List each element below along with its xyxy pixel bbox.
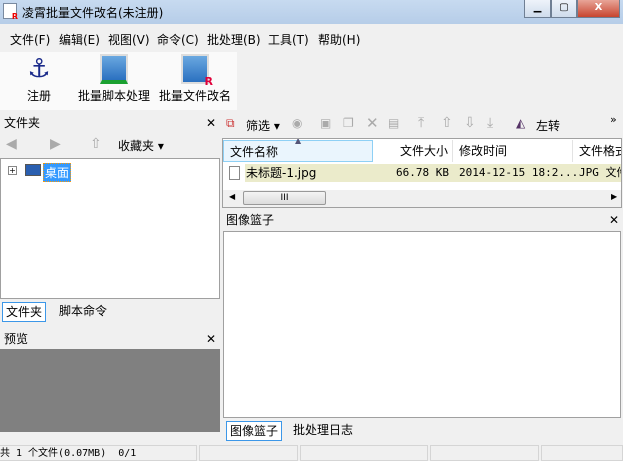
menu-edit[interactable]: 编辑(E) bbox=[59, 31, 100, 48]
back-icon[interactable]: ◀ bbox=[6, 136, 17, 152]
window-title: 凌霄批量文件改名(未注册) bbox=[22, 6, 164, 20]
main-toolbar: ⚓ 注册 批量脚本处理 R 批量文件改名 bbox=[0, 52, 237, 110]
status-pane bbox=[199, 445, 298, 461]
trash-icon[interactable]: ▤ bbox=[388, 116, 399, 130]
menu-command[interactable]: 命令(C) bbox=[157, 31, 199, 48]
move-top-icon[interactable]: ⤒ bbox=[418, 115, 424, 131]
rename-image-icon: R bbox=[181, 54, 213, 88]
tree-item-desktop[interactable]: 桌面 bbox=[43, 163, 72, 182]
menu-file[interactable]: 文件(F) bbox=[10, 31, 50, 48]
minimize-button[interactable]: ▁ bbox=[524, 0, 551, 18]
up-folder-icon[interactable]: ⇧ bbox=[90, 136, 102, 152]
delete-icon[interactable]: ✕ bbox=[366, 114, 379, 132]
folder-panel-title: 文件夹 bbox=[4, 116, 41, 130]
preview-area bbox=[0, 349, 220, 432]
menu-bar: 文件(F) 编辑(E) 视图(V) 命令(C) 批处理(B) 工具(T) 帮助(… bbox=[0, 28, 623, 50]
preview-panel-header: 预览 ✕ bbox=[0, 330, 220, 348]
move-up-icon[interactable]: ⇧ bbox=[441, 115, 453, 131]
column-format[interactable]: 文件格式 bbox=[573, 140, 621, 162]
app-icon: R bbox=[3, 3, 18, 21]
folder-toolbar: ◀ ▶ ⇧ 收藏夹 ▾ bbox=[2, 134, 218, 156]
rotate-left-button[interactable]: 左转 bbox=[536, 117, 560, 134]
basket-panel-header: 图像篮子 ✕ bbox=[222, 211, 623, 229]
desktop-icon bbox=[25, 164, 41, 176]
close-icon[interactable]: ✕ bbox=[206, 330, 216, 348]
eye-icon[interactable]: ◉ bbox=[292, 116, 302, 130]
scroll-right-icon[interactable]: ▶ bbox=[611, 192, 617, 201]
scroll-thumb[interactable]: III bbox=[243, 191, 326, 205]
table-row[interactable]: 未标题-1.jpg 66.78 KB 2014-12-15 18:2... JP… bbox=[223, 164, 621, 182]
close-button[interactable]: X bbox=[577, 0, 620, 18]
basket-area bbox=[223, 231, 621, 418]
file-list: 文件名称 ▲ 文件大小 修改时间 文件格式 未标题-1.jpg 66.78 KB… bbox=[222, 138, 622, 208]
tab-script-commands[interactable]: 脚本命令 bbox=[56, 302, 110, 322]
cell-modified: 2014-12-15 18:2... bbox=[459, 166, 579, 179]
status-pane bbox=[541, 445, 623, 461]
cell-name: 未标题-1.jpg bbox=[246, 166, 317, 180]
image-file-icon bbox=[229, 166, 240, 180]
forward-icon[interactable]: ▶ bbox=[50, 136, 61, 152]
filter-button[interactable]: 筛选 ▾ bbox=[246, 117, 280, 134]
copy-icon[interactable]: ▣ bbox=[320, 116, 331, 130]
register-button[interactable]: ⚓ 注册 bbox=[22, 54, 56, 104]
rotate-left-icon: ◭ bbox=[516, 116, 526, 130]
more-button[interactable]: » bbox=[610, 113, 617, 126]
column-size[interactable]: 文件大小 bbox=[373, 140, 453, 162]
batch-rename-label: 批量文件改名 bbox=[158, 89, 231, 103]
favorites-button[interactable]: 收藏夹 ▾ bbox=[118, 137, 164, 154]
batch-script-label: 批量脚本处理 bbox=[77, 89, 150, 103]
file-list-header: 文件名称 ▲ 文件大小 修改时间 文件格式 bbox=[223, 138, 621, 162]
tab-image-basket[interactable]: 图像篮子 bbox=[226, 421, 283, 441]
paste-icon[interactable]: ❐ bbox=[343, 116, 354, 130]
menu-batch[interactable]: 批处理(B) bbox=[207, 31, 261, 48]
column-modified[interactable]: 修改时间 bbox=[453, 140, 573, 162]
status-text: 共 1 个文件(0.07MB) 0/1 bbox=[0, 445, 197, 461]
cell-format: JPG 文件 bbox=[579, 166, 621, 179]
file-toolbar: ⧉ 筛选 ▾ ◉ ▣ ❐ ✕ ▤ ⤒ ⇧ ⇩ ⤓ ◭ 左转 » bbox=[222, 113, 623, 136]
tab-folder[interactable]: 文件夹 bbox=[2, 302, 47, 322]
register-label: 注册 bbox=[26, 89, 51, 103]
anchor-icon: ⚓ bbox=[27, 54, 51, 84]
close-icon[interactable]: ✕ bbox=[206, 114, 216, 132]
close-icon[interactable]: ✕ bbox=[609, 211, 619, 229]
preview-panel-title: 预览 bbox=[4, 332, 29, 346]
tab-batch-log[interactable]: 批处理日志 bbox=[290, 421, 356, 441]
expand-icon[interactable]: + bbox=[8, 166, 17, 175]
scroll-left-icon[interactable]: ◀ bbox=[229, 192, 235, 201]
menu-tools[interactable]: 工具(T) bbox=[268, 31, 309, 48]
move-down-icon[interactable]: ⇩ bbox=[464, 115, 476, 131]
move-bottom-icon[interactable]: ⤓ bbox=[487, 115, 493, 131]
script-image-icon bbox=[100, 54, 128, 84]
menu-help[interactable]: 帮助(H) bbox=[318, 31, 360, 48]
maximize-button[interactable]: ▢ bbox=[551, 0, 577, 18]
horizontal-scrollbar[interactable]: ◀ III ▶ bbox=[223, 190, 621, 207]
batch-script-button[interactable]: 批量脚本处理 bbox=[76, 54, 152, 104]
title-bar: R 凌霄批量文件改名(未注册) ▁ ▢ X bbox=[0, 0, 623, 24]
basket-panel-title: 图像篮子 bbox=[226, 213, 275, 227]
folder-panel-header: 文件夹 ✕ bbox=[0, 114, 220, 132]
status-pane bbox=[300, 445, 428, 461]
status-pane bbox=[430, 445, 539, 461]
menu-view[interactable]: 视图(V) bbox=[108, 31, 150, 48]
cell-size: 66.78 KB bbox=[396, 166, 449, 179]
sort-ascending-icon: ▲ bbox=[295, 138, 302, 145]
folder-tree: + 桌面 bbox=[0, 158, 220, 299]
filter-icon: ⧉ bbox=[226, 116, 235, 130]
batch-rename-button[interactable]: R 批量文件改名 bbox=[157, 54, 233, 104]
